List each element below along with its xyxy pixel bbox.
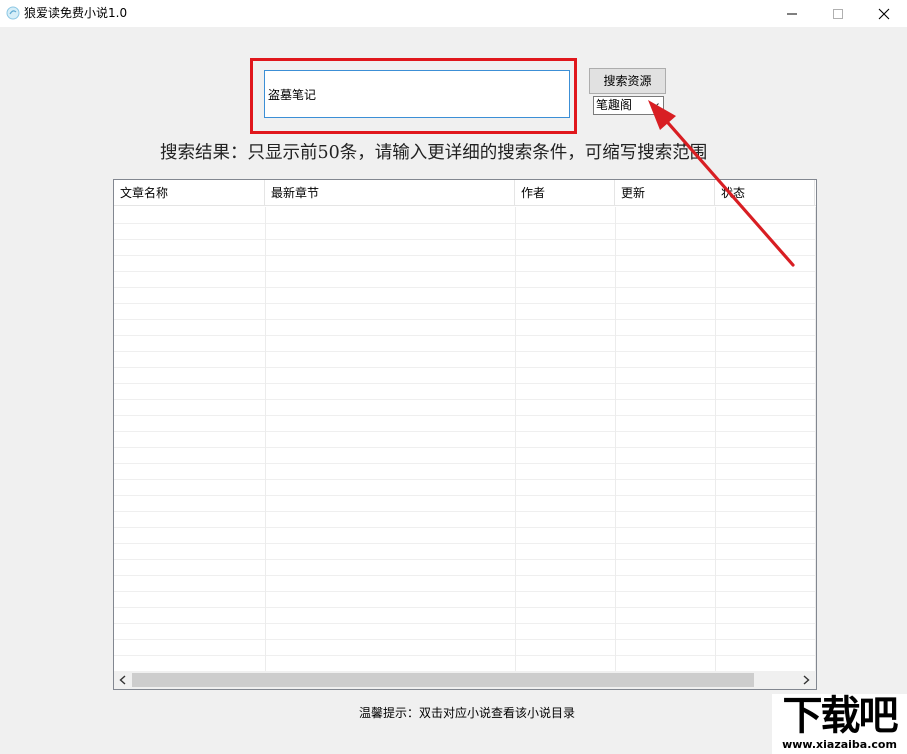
row-divider [114, 303, 816, 304]
row-divider [114, 367, 816, 368]
row-divider [114, 527, 816, 528]
row-divider [114, 463, 816, 464]
watermark-logo: 下载吧 www.xiazaiba.com [772, 693, 907, 754]
row-divider [114, 591, 816, 592]
row-divider [114, 287, 816, 288]
row-divider [114, 239, 816, 240]
close-icon [878, 8, 890, 20]
row-divider [114, 639, 816, 640]
table-body[interactable] [114, 207, 816, 671]
row-divider [114, 607, 816, 608]
column-header-status[interactable]: 状态 [715, 180, 815, 206]
row-divider [114, 415, 816, 416]
row-divider [114, 431, 816, 432]
column-divider [815, 207, 816, 671]
chevron-right-icon [803, 675, 810, 685]
chevron-left-icon [119, 675, 126, 685]
row-divider [114, 319, 816, 320]
scroll-right-button[interactable] [798, 671, 816, 689]
result-hint-text: 搜索结果：只显示前50条，请输入更详细的搜索条件，可缩写搜索范围 [160, 143, 708, 163]
row-divider [114, 655, 816, 656]
window-title: 狼爱读免费小说1.0 [24, 6, 128, 20]
results-table[interactable]: 文章名称 最新章节 作者 更新 状态 [113, 179, 817, 690]
source-select-value: 笔趣阁 [596, 98, 633, 112]
row-divider [114, 399, 816, 400]
column-divider [265, 207, 266, 671]
maximize-button[interactable] [815, 0, 861, 27]
row-divider [114, 495, 816, 496]
row-divider [114, 383, 816, 384]
minimize-icon [787, 13, 797, 15]
column-divider [615, 207, 616, 671]
source-select[interactable]: 笔趣阁 [593, 96, 664, 115]
row-divider [114, 335, 816, 336]
row-divider [114, 447, 816, 448]
row-divider [114, 351, 816, 352]
scrollbar-thumb[interactable] [132, 673, 754, 687]
watermark-site-text: www.xiazaiba.com [782, 738, 897, 751]
row-divider [114, 511, 816, 512]
footer-tip: 温馨提示：双击对应小说查看该小说目录 [359, 706, 576, 720]
row-divider [114, 255, 816, 256]
row-divider [114, 559, 816, 560]
minimize-button[interactable] [769, 0, 815, 27]
row-divider [114, 479, 816, 480]
column-header-latest-chapter[interactable]: 最新章节 [265, 180, 515, 206]
close-button[interactable] [861, 0, 907, 27]
row-divider [114, 575, 816, 576]
maximize-icon [833, 9, 843, 19]
search-input[interactable] [264, 70, 570, 118]
search-resource-button[interactable]: 搜索资源 [589, 68, 666, 94]
table-header: 文章名称 最新章节 作者 更新 状态 [114, 180, 816, 206]
scroll-left-button[interactable] [114, 671, 132, 689]
row-divider [114, 623, 816, 624]
row-divider [114, 223, 816, 224]
title-bar: 狼爱读免费小说1.0 [0, 0, 907, 27]
app-logo-icon [6, 6, 20, 20]
chevron-down-icon [650, 103, 659, 109]
column-header-title[interactable]: 文章名称 [114, 180, 265, 206]
column-divider [515, 207, 516, 671]
row-divider [114, 543, 816, 544]
column-header-author[interactable]: 作者 [515, 180, 615, 206]
column-header-updated[interactable]: 更新 [615, 180, 715, 206]
row-divider [114, 271, 816, 272]
watermark-logo-text: 下载吧 [782, 693, 899, 739]
column-divider [715, 207, 716, 671]
horizontal-scrollbar[interactable] [114, 671, 816, 689]
